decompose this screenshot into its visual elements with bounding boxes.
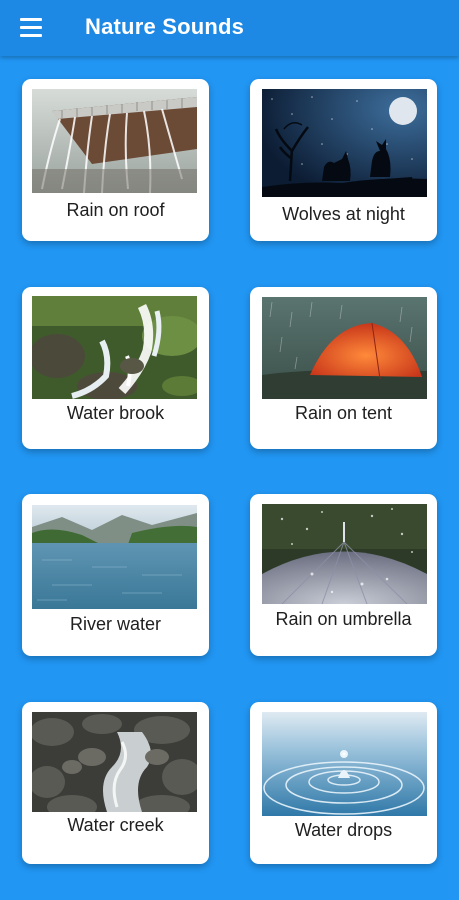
rain-on-umbrella-image	[262, 504, 427, 604]
sound-card-water-drops[interactable]: Water drops	[250, 702, 437, 864]
rain-on-roof-image	[32, 89, 197, 193]
sound-card-water-brook[interactable]: Water brook	[22, 287, 209, 449]
hamburger-menu-icon[interactable]	[20, 17, 46, 39]
sound-label: Rain on roof	[66, 200, 165, 220]
sound-card-water-creek[interactable]: Water creek	[22, 702, 209, 864]
wolves-at-night-image	[262, 89, 427, 197]
sound-label: Rain on umbrella	[275, 609, 412, 629]
sound-card-rain-on-tent[interactable]: Rain on tent	[250, 287, 437, 449]
app-bar: Nature Sounds	[0, 0, 459, 56]
water-brook-image	[32, 296, 197, 399]
sound-card-wolves-at-night[interactable]: Wolves at night	[250, 79, 437, 241]
sound-label: Rain on tent	[294, 403, 393, 423]
sound-label: Wolves at night	[282, 204, 405, 224]
water-creek-image	[32, 712, 197, 812]
water-drops-image	[262, 712, 427, 816]
app-title: Nature Sounds	[85, 14, 245, 39]
river-water-image	[32, 505, 197, 609]
sound-label: Water brook	[66, 403, 165, 423]
rain-on-tent-image	[262, 297, 427, 399]
sound-card-river-water[interactable]: River water	[22, 494, 209, 656]
sound-label: Water drops	[294, 820, 393, 840]
sound-label: River water	[69, 614, 162, 634]
sound-card-rain-on-roof[interactable]: Rain on roof	[22, 79, 209, 241]
sound-label: Water creek	[67, 815, 164, 835]
sound-card-rain-on-umbrella[interactable]: Rain on umbrella	[250, 494, 437, 656]
